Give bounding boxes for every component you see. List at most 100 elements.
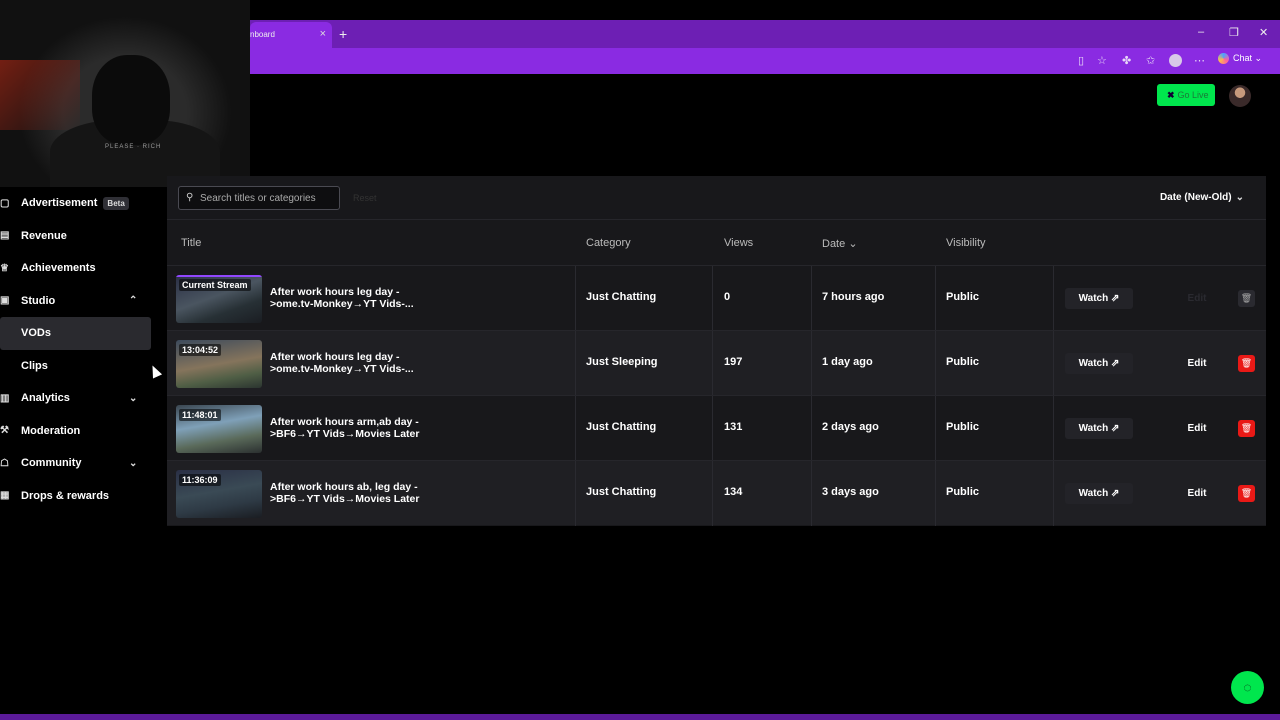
sort-label: Date (New-Old) [1159,192,1232,203]
vod-views: 131 [724,421,743,433]
webcam-person-head [92,55,170,145]
sidebar-item-vods[interactable]: VODs [0,317,151,350]
column-divider [575,266,576,331]
favorites-icon[interactable]: ✩ [1146,54,1155,67]
column-divider [575,331,576,396]
vod-date: 1 day ago [822,356,873,368]
delete-button[interactable]: 🗑 [1238,485,1255,502]
minimize-button[interactable]: – [1198,26,1204,38]
thumbnail-label: 13:04:52 [179,344,222,356]
sidebar-item-drops-rewards[interactable]: ▦ Drops & rewards [0,480,160,513]
copilot-chat-button[interactable]: Chat ⌄ [1218,53,1262,65]
vod-category: Just Chatting [586,421,657,433]
table-row: 11:48:01 After work hours arm,ab day - >… [167,395,1266,461]
wrench-icon: ⚒ [0,425,9,437]
column-divider [811,266,812,331]
sidebar-item-analytics[interactable]: ▥ Analytics ⌄ [0,382,160,415]
watch-button[interactable]: Watch ⇗ [1065,483,1133,504]
vods-table-body: Current Stream After work hours leg day … [167,265,1266,526]
studio-icon: ▣ [0,295,10,307]
extensions-icon[interactable]: ✤ [1122,54,1131,67]
delete-button[interactable]: 🗑 [1238,355,1255,372]
external-link-icon: ⇗ [1111,358,1120,369]
more-menu-icon[interactable]: ⋯ [1194,54,1205,67]
webcam-shirt-text: PLEASE · RICH [105,144,162,150]
search-placeholder: Search titles or categories [200,193,316,204]
sidebar-item-clips[interactable]: Clips [0,350,160,383]
column-divider [1053,396,1054,461]
column-divider [811,396,812,461]
maximize-button[interactable]: ❐ [1229,26,1239,39]
live-indicator [176,275,262,277]
vod-thumbnail[interactable]: Current Stream [176,275,262,323]
go-live-button[interactable]: ✖ Go Live [1157,84,1215,106]
vod-date: 7 hours ago [822,291,885,303]
trash-icon: 🗑 [1240,358,1253,368]
vod-thumbnail[interactable]: 11:36:09 [176,470,262,518]
vod-visibility: Public [946,421,980,433]
search-input[interactable]: ⚲ Search titles or categories [178,186,340,210]
column-header-title: Title [181,237,202,249]
close-window-button[interactable]: ✕ [1259,26,1268,39]
delete-button[interactable]: 🗑 [1238,420,1255,437]
trash-icon: 🗑 [1240,423,1253,433]
help-chat-button[interactable]: ◌ [1231,671,1264,704]
favorite-star-icon[interactable]: ☆ [1097,54,1107,67]
tab-close-icon[interactable]: × [320,28,326,40]
sidebar-item-label: Analytics [21,392,70,405]
sidebar-item-advertisement[interactable]: ▢ Advertisement Beta [0,187,160,220]
user-avatar[interactable] [1229,85,1251,107]
sidebar-item-revenue[interactable]: ▤ Revenue [0,220,160,253]
table-row: 13:04:52 After work hours leg day - >ome… [167,330,1266,396]
vod-title: After work hours arm,ab day - >BF6→YT Vi… [270,416,420,440]
sidebar-item-label: Community [21,457,82,470]
column-divider [712,461,713,526]
edit-button[interactable]: Edit [1177,483,1217,504]
vod-views: 197 [724,356,743,368]
column-divider [575,461,576,526]
watch-label: Watch [1078,423,1109,434]
vod-title: After work hours leg day - >ome.tv-Monke… [270,351,414,375]
external-link-icon: ⇗ [1111,488,1120,499]
sidebar-item-label: Achievements [21,262,96,275]
sort-dropdown[interactable]: Date (New-Old) ⌄ [1160,192,1244,203]
edit-button[interactable]: Edit [1177,418,1217,439]
search-icon: ⚲ [186,192,194,203]
watch-label: Watch [1078,358,1109,369]
chevron-down-icon: ⌄ [848,238,858,250]
watch-button[interactable]: Watch ⇗ [1065,418,1133,439]
sidebar-item-label: VODs [21,327,51,340]
sidebar-item-achievements[interactable]: ♕ Achievements [0,252,160,285]
watch-button[interactable]: Watch ⇗ [1065,353,1133,374]
vod-date: 2 days ago [822,421,879,433]
vod-category: Just Chatting [586,486,657,498]
delete-button[interactable]: 🗑 [1238,290,1255,307]
chevron-down-icon: ⌄ [129,392,138,404]
tab-title: nboard [250,30,275,39]
vod-thumbnail[interactable]: 11:48:01 [176,405,262,453]
vod-date: 3 days ago [822,486,879,498]
sidebar-item-label: Revenue [21,229,67,242]
edit-button[interactable]: Edit [1177,288,1217,309]
sidebar-item-moderation[interactable]: ⚒ Moderation [0,415,160,448]
vod-thumbnail[interactable]: 13:04:52 [176,340,262,388]
browser-tab[interactable]: nboard × [250,22,332,48]
bottom-bar [0,714,1280,720]
reading-mode-icon[interactable]: ▯ [1078,54,1084,67]
reset-button[interactable]: Reset [353,193,377,203]
sidebar-item-community[interactable]: ☖ Community ⌄ [0,447,160,480]
table-row: Current Stream After work hours leg day … [167,265,1266,331]
chevron-up-icon: ⌃ [129,295,138,307]
new-tab-button[interactable]: + [339,26,347,42]
go-live-label: Go Live [1177,90,1209,100]
column-header-date[interactable]: Date ⌄ [822,237,858,250]
thumbnail-label: Current Stream [179,279,251,291]
sidebar-item-label: Moderation [21,424,81,437]
ad-icon: ▢ [0,197,10,209]
edit-button[interactable]: Edit [1177,353,1217,374]
sidebar-item-studio[interactable]: ▣ Studio ⌃ [0,285,160,318]
analytics-icon: ▥ [0,392,10,404]
watch-button[interactable]: Watch ⇗ [1065,288,1133,309]
chevron-down-icon: ⌄ [129,457,138,469]
browser-profile-avatar[interactable] [1169,54,1182,67]
